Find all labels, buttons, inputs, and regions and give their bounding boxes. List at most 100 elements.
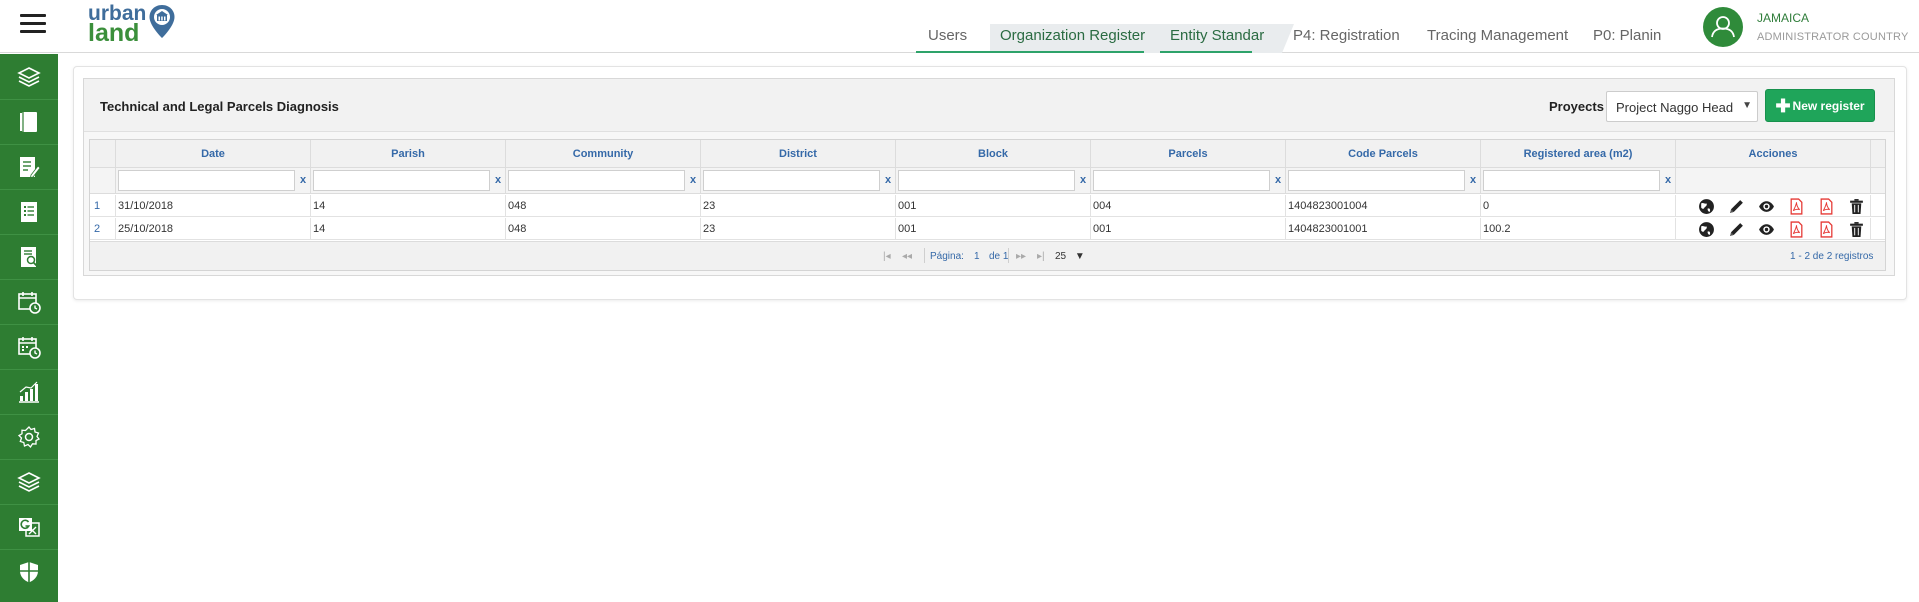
logo[interactable]: urban land [86, 2, 182, 50]
pdf-icon[interactable] [1788, 221, 1805, 238]
col-header-block[interactable]: Block [896, 140, 1091, 168]
cell-district: 23 [701, 195, 896, 217]
chevron-down-icon: ▼ [1742, 100, 1752, 111]
sidebar-item-document-search[interactable] [0, 235, 58, 279]
sidebar-item-book[interactable] [0, 100, 58, 144]
prev-page-button[interactable]: ◂◂ [902, 251, 912, 262]
cell-community: 048 [506, 218, 701, 240]
tab-entity-standar[interactable]: Entity Standar [1160, 24, 1295, 53]
registered-area-filter-input[interactable] [1483, 170, 1660, 191]
globe-icon[interactable] [1698, 198, 1715, 215]
chevron-down-icon: ▼ [1074, 251, 1085, 262]
tab-tracing-management[interactable]: Tracing Management [1427, 24, 1568, 53]
tab-users[interactable]: Users [928, 24, 967, 53]
hamburger-menu-icon[interactable] [20, 14, 46, 36]
col-header-code-parcels[interactable]: Code Parcels [1286, 140, 1481, 168]
col-header-date[interactable]: Date [116, 140, 311, 168]
code-parcels-filter-input[interactable] [1288, 170, 1465, 191]
filter-cell-date: x [116, 168, 311, 194]
sidebar-item-translate[interactable] [0, 505, 58, 549]
tab-organization-register[interactable]: Organization Register [990, 24, 1176, 53]
col-header-registered-area[interactable]: Registered area (m2) [1481, 140, 1676, 168]
block-filter-clear[interactable]: x [1080, 174, 1086, 186]
sidebar-item-document-list[interactable] [0, 190, 58, 234]
community-filter-clear[interactable]: x [690, 174, 696, 186]
cell-registered-area: 0 [1481, 195, 1676, 217]
pdf-icon[interactable] [1788, 198, 1805, 215]
filter-cell-registered-area: x [1481, 168, 1676, 194]
eye-icon[interactable] [1758, 198, 1775, 215]
gear-icon [17, 426, 41, 449]
pdf-icon[interactable] [1818, 221, 1835, 238]
bar-chart-icon [19, 381, 39, 403]
district-filter-input[interactable] [703, 170, 880, 191]
records-summary: 1 - 2 de 2 registros [1790, 251, 1874, 262]
document-search-icon [21, 247, 38, 267]
last-page-button[interactable]: ▸| [1037, 251, 1045, 262]
col-header-acciones: Acciones [1676, 140, 1871, 168]
book-icon [20, 112, 37, 132]
cell-parish: 14 [311, 218, 506, 240]
registered-area-filter-clear[interactable]: x [1665, 174, 1671, 186]
parish-filter-input[interactable] [313, 170, 490, 191]
col-header-district[interactable]: District [701, 140, 896, 168]
sidebar-item-security[interactable] [0, 550, 58, 594]
table-header-row: Date Parish Community District Block Par… [90, 140, 1885, 168]
next-page-button[interactable]: ▸▸ [1016, 251, 1026, 262]
date-filter-clear[interactable]: x [300, 174, 306, 186]
tab-p0-planin[interactable]: P0: Planin [1593, 24, 1661, 53]
proyects-select-value: Project Naggo Head [1616, 100, 1734, 115]
parcels-filter-input[interactable] [1093, 170, 1270, 191]
col-header-parish[interactable]: Parish [311, 140, 506, 168]
col-header-community[interactable]: Community [506, 140, 701, 168]
user-icon [1711, 16, 1735, 38]
user-avatar[interactable] [1703, 7, 1743, 47]
tab-p4-registration[interactable]: P4: Registration [1293, 24, 1400, 53]
page-size-value: 25 [1055, 251, 1067, 262]
block-filter-input[interactable] [898, 170, 1075, 191]
col-header-parcels[interactable]: Parcels [1091, 140, 1286, 168]
shield-icon [20, 562, 38, 583]
pencil-icon[interactable] [1728, 221, 1745, 238]
globe-icon[interactable] [1698, 221, 1715, 238]
first-page-button[interactable]: |◂ [883, 251, 891, 262]
new-register-label: New register [1792, 98, 1865, 113]
code-parcels-filter-clear[interactable]: x [1470, 174, 1476, 186]
pdf-icon[interactable] [1818, 198, 1835, 215]
sidebar-item-calendar-clock[interactable] [0, 280, 58, 324]
eye-icon[interactable] [1758, 221, 1775, 238]
calendar-clock-icon [18, 292, 41, 314]
filter-cell-acciones [1676, 168, 1871, 194]
logo-text-land: land [88, 19, 140, 47]
sidebar-item-calendar-schedule[interactable] [0, 325, 58, 369]
document-list-icon [21, 202, 37, 222]
sidebar-item-layers[interactable] [0, 55, 58, 99]
page-size-select[interactable]: 25 ▼ [1055, 251, 1085, 262]
sidebar-item-bar-chart[interactable] [0, 370, 58, 414]
pencil-icon[interactable] [1728, 198, 1745, 215]
date-filter-input[interactable] [118, 170, 295, 191]
trash-icon[interactable] [1848, 221, 1865, 238]
sidebar-item-settings[interactable] [0, 415, 58, 459]
trash-icon[interactable] [1848, 198, 1865, 215]
sidebar-item-document-edit[interactable] [0, 145, 58, 189]
table-row[interactable]: 2 25/10/2018 14 048 23 001 001 140482300… [90, 218, 1885, 240]
filter-cell-community: x [506, 168, 701, 194]
district-filter-clear[interactable]: x [885, 174, 891, 186]
row-number: 1 [90, 195, 116, 217]
pager-divider [1008, 248, 1009, 263]
parish-filter-clear[interactable]: x [495, 174, 501, 186]
parcels-filter-clear[interactable]: x [1275, 174, 1281, 186]
pagination-bar: |◂ ◂◂ Página: 1 de 1 ▸▸ ▸| 25 ▼ 1 - 2 de… [90, 241, 1885, 270]
parcels-table: Date Parish Community District Block Par… [89, 139, 1886, 271]
top-bar: urban land Users Organization Register E… [0, 0, 1919, 53]
community-filter-input[interactable] [508, 170, 685, 191]
cell-date: 25/10/2018 [116, 218, 311, 240]
translate-icon [19, 518, 40, 537]
sidebar-item-layers-2[interactable] [0, 460, 58, 504]
proyects-select[interactable]: Project Naggo Head ▼ [1606, 91, 1758, 122]
table-row[interactable]: 1 31/10/2018 14 048 23 001 004 140482300… [90, 195, 1885, 217]
layers-icon [17, 472, 41, 492]
new-register-button[interactable]: ✚ New register [1765, 89, 1875, 122]
page-number-input[interactable]: 1 [974, 251, 980, 262]
